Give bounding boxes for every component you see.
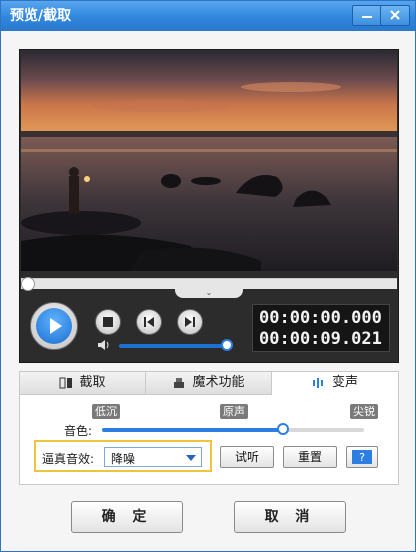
stop-icon — [103, 317, 113, 327]
next-frame-button[interactable] — [177, 309, 203, 335]
tab-voice[interactable]: 变声 — [272, 372, 398, 395]
prev-frame-button[interactable] — [136, 309, 162, 335]
preview-listen-button[interactable]: 试听 — [220, 446, 274, 468]
help-icon: ? — [352, 450, 372, 464]
chevron-down-icon — [186, 455, 196, 461]
minimize-button[interactable] — [352, 5, 382, 26]
help-button[interactable]: ? — [346, 446, 378, 468]
total-time: 00:00:09.021 — [259, 329, 382, 349]
player-panel: ⌄ 00:00:00.000 00:00:09.021 — [19, 49, 399, 363]
feature-tabs: 截取 魔术功能 变声 低沉 原声 尖锐 音色: 逼真音效: 降噪 试听 重置 ? — [19, 371, 399, 485]
minimize-icon — [362, 16, 372, 18]
cancel-button[interactable]: 取 消 — [234, 501, 346, 533]
clip-icon — [59, 377, 73, 388]
tab-clip[interactable]: 截取 — [20, 372, 146, 395]
collapse-toggle[interactable]: ⌄ — [175, 288, 243, 298]
low-tone-label: 低沉 — [92, 404, 120, 419]
original-tone-label: 原声 — [220, 404, 248, 419]
current-time: 00:00:00.000 — [259, 308, 382, 328]
title-bar[interactable]: 预览/截取 — [1, 1, 415, 31]
volume-icon[interactable] — [97, 338, 111, 352]
effect-label: 逼真音效: — [42, 452, 95, 466]
magic-icon — [174, 377, 185, 388]
reset-button[interactable]: 重置 — [283, 446, 337, 468]
window-title: 预览/截取 — [10, 8, 72, 24]
ok-button[interactable]: 确 定 — [71, 501, 183, 533]
volume-slider[interactable] — [119, 344, 227, 348]
effect-group: 逼真音效: 降噪 — [34, 440, 212, 472]
video-frame-image — [21, 51, 397, 271]
volume-thumb[interactable] — [221, 339, 233, 351]
tab-magic-label: 魔术功能 — [192, 375, 245, 390]
tone-slider-thumb[interactable] — [277, 423, 289, 435]
tone-slider[interactable] — [102, 423, 364, 435]
stop-button[interactable] — [95, 309, 121, 335]
svg-text:?: ? — [359, 451, 365, 464]
tone-slider-fill — [102, 428, 283, 432]
preview-clip-dialog: 预览/截取 ⌄ 00:00:00.000 00:00:09.021 截取 魔术功… — [0, 0, 416, 552]
tab-magic[interactable]: 魔术功能 — [146, 372, 272, 395]
tab-clip-label: 截取 — [79, 375, 106, 390]
tone-label: 音色: — [64, 424, 93, 438]
effect-select[interactable]: 降噪 — [104, 447, 202, 467]
prev-frame-icon — [144, 317, 154, 327]
next-frame-icon — [185, 317, 195, 327]
voice-wave-icon — [312, 377, 323, 388]
video-preview[interactable] — [21, 51, 397, 271]
time-display: 00:00:00.000 00:00:09.021 — [252, 304, 390, 352]
tab-voice-label: 变声 — [331, 375, 358, 390]
collapse-chevron-icon: ⌄ — [205, 288, 213, 297]
high-tone-label: 尖锐 — [350, 404, 378, 419]
play-icon — [50, 318, 62, 334]
effect-select-value: 降噪 — [111, 452, 136, 466]
seek-thumb[interactable] — [21, 277, 35, 291]
play-button[interactable] — [30, 302, 78, 350]
close-button[interactable] — [380, 5, 410, 26]
close-icon — [390, 10, 400, 20]
